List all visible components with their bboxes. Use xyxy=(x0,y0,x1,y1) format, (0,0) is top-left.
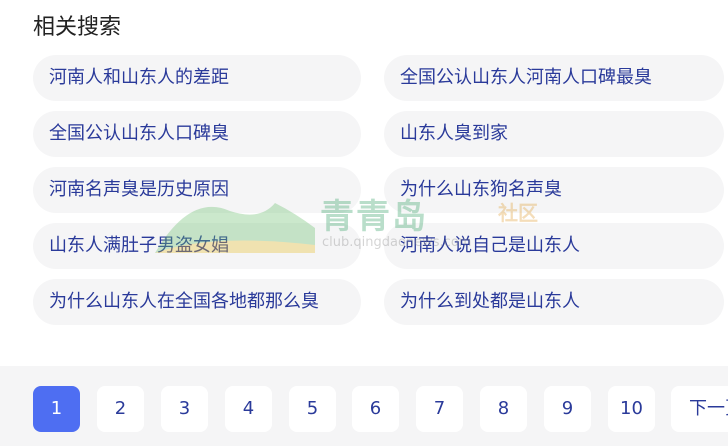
related-search-chip[interactable]: 为什么山东狗名声臭 xyxy=(384,167,724,213)
related-search-chip[interactable]: 山东人臭到家 xyxy=(384,111,724,157)
related-searches-title: 相关搜索 xyxy=(33,15,122,40)
related-search-chip[interactable]: 山东人满肚子男盗女娼 xyxy=(33,223,361,269)
next-page-button[interactable]: 下一页 xyxy=(671,386,728,432)
page-button[interactable]: 4 xyxy=(225,386,272,432)
page-button[interactable]: 10 xyxy=(608,386,655,432)
related-search-chip[interactable]: 河南名声臭是历史原因 xyxy=(33,167,361,213)
related-search-chip[interactable]: 河南人说自己是山东人 xyxy=(384,223,724,269)
related-search-chip[interactable]: 为什么到处都是山东人 xyxy=(384,279,724,325)
related-search-chip[interactable]: 为什么山东人在全国各地都那么臭 xyxy=(33,279,361,325)
page-button[interactable]: 3 xyxy=(161,386,208,432)
page-button[interactable]: 5 xyxy=(289,386,336,432)
page-button-current[interactable]: 1 xyxy=(33,386,80,432)
related-search-chip[interactable]: 全国公认山东人河南人口碑最臭 xyxy=(384,55,724,101)
page-button[interactable]: 2 xyxy=(97,386,144,432)
page-button[interactable]: 8 xyxy=(480,386,527,432)
page-button[interactable]: 9 xyxy=(544,386,591,432)
related-search-chip[interactable]: 全国公认山东人口碑臭 xyxy=(33,111,361,157)
page-button[interactable]: 7 xyxy=(416,386,463,432)
related-search-chip[interactable]: 河南人和山东人的差距 xyxy=(33,55,361,101)
page-button[interactable]: 6 xyxy=(352,386,399,432)
